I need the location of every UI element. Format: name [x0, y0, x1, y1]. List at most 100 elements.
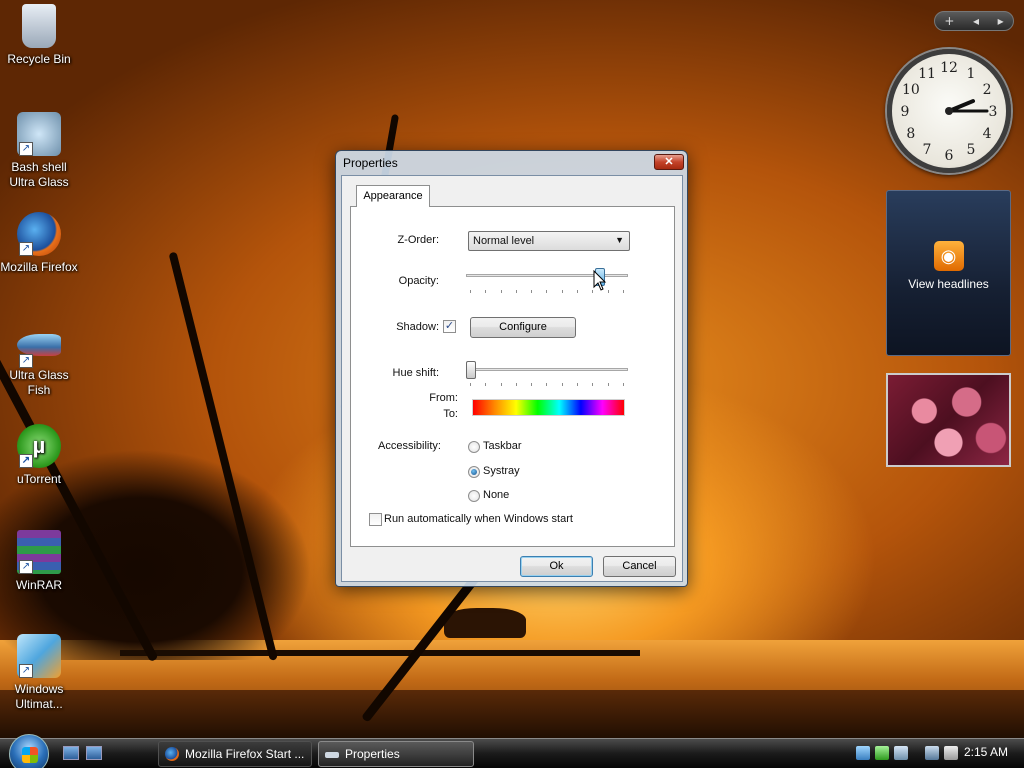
close-icon: ✕: [664, 156, 674, 168]
close-button[interactable]: ✕: [654, 154, 684, 170]
desktop-icon-windows-ultimate[interactable]: ↗ Windows Ultimat...: [0, 634, 78, 712]
shortcut-arrow-icon: ↗: [19, 354, 33, 368]
slideshow-gadget[interactable]: [886, 373, 1011, 467]
utorrent-icon: µ ↗: [17, 424, 61, 468]
taskbar-clock[interactable]: 2:15 AM: [964, 745, 1008, 759]
desktop-icon-bash-shell[interactable]: ↗ Bash shell Ultra Glass: [0, 112, 78, 190]
clock-gadget[interactable]: 12 1 2 3 4 5 6 7 8 9 10 11: [887, 49, 1011, 173]
desktop-icon-label: Recycle Bin: [7, 52, 71, 66]
recycle-bin-icon: [22, 4, 56, 48]
shortcut-arrow-icon: ↗: [19, 560, 33, 574]
shortcut-arrow-icon: ↗: [19, 664, 33, 678]
hue-shift-slider[interactable]: [466, 368, 628, 371]
desktop-icon-label: Windows Ultimat...: [14, 682, 64, 711]
clock-numeral: 3: [989, 104, 998, 120]
autorun-label: Run automatically when Windows start: [384, 513, 573, 525]
radio-none-label: None: [483, 489, 510, 501]
next-page-button[interactable]: ▸: [998, 14, 1004, 28]
wallpaper-hut: [444, 608, 526, 638]
desktop-icon-recycle-bin[interactable]: Recycle Bin: [0, 4, 78, 67]
shortcut-arrow-icon: ↗: [19, 142, 33, 156]
hue-shift-ticks: [470, 383, 624, 387]
check-icon: ✓: [444, 320, 455, 332]
properties-dialog: Properties ✕ Appearance Z-Order: Normal …: [335, 150, 688, 587]
volume-muted-icon[interactable]: [944, 746, 958, 760]
desktop-icon-label: Ultra Glass Fish: [9, 368, 69, 397]
gear-shortcut-icon: ↗: [17, 112, 61, 156]
hue-spectrum-bar: [472, 399, 625, 416]
taskbar-button-label: Mozilla Firefox Start ...: [185, 747, 305, 761]
opacity-label: Opacity:: [398, 275, 439, 287]
clock-numeral: 1: [967, 66, 976, 82]
clock-numeral: 12: [940, 60, 958, 76]
taskbar-button-label: Properties: [345, 747, 400, 761]
show-desktop-icon[interactable]: [63, 746, 79, 760]
desktop-icon-label: WinRAR: [15, 578, 62, 592]
switch-windows-icon[interactable]: [86, 746, 102, 760]
appearance-panel: Z-Order: Normal level ▼ Opacity: Shadow:…: [350, 206, 675, 547]
z-order-dropdown[interactable]: Normal level ▼: [468, 231, 630, 251]
radio-none[interactable]: [468, 490, 480, 502]
dialog-client: Appearance Z-Order: Normal level ▼ Opaci…: [341, 175, 683, 582]
desktop-icon-label: Mozilla Firefox: [0, 260, 78, 274]
clock-numeral: 6: [945, 148, 954, 164]
rss-icon: ◉: [933, 241, 964, 271]
clock-numeral: 7: [923, 142, 932, 158]
start-button[interactable]: [9, 734, 49, 768]
cancel-button[interactable]: Cancel: [603, 556, 676, 577]
hue-to-label: To:: [443, 408, 458, 420]
dialog-titlebar[interactable]: Properties ✕: [336, 151, 687, 175]
hue-shift-slider-thumb[interactable]: [466, 361, 476, 379]
tab-appearance[interactable]: Appearance: [356, 185, 430, 207]
radio-taskbar[interactable]: [468, 441, 480, 453]
accessibility-label: Accessibility:: [378, 440, 441, 452]
dialog-title: Properties: [343, 156, 398, 170]
radio-systray-label: Systray: [483, 465, 520, 477]
windows-extras-icon: ↗: [17, 634, 61, 678]
winrar-icon: ↗: [17, 530, 61, 574]
sidebar-gadget-controls: + ◂ ▸: [934, 11, 1014, 31]
clock-numeral: 8: [906, 126, 915, 142]
taskbar-button-firefox[interactable]: Mozilla Firefox Start ...: [158, 741, 312, 767]
z-order-value: Normal level: [473, 235, 535, 247]
view-headlines-label: View headlines: [908, 277, 989, 291]
add-gadget-button[interactable]: +: [944, 14, 954, 28]
fish-icon: ↗: [17, 334, 61, 368]
hue-from-label: From:: [429, 392, 458, 404]
autorun-checkbox[interactable]: [369, 513, 382, 526]
wallpaper-pier: [120, 650, 640, 656]
radio-systray[interactable]: [468, 466, 480, 478]
z-order-label: Z-Order:: [397, 234, 439, 246]
previous-page-button[interactable]: ◂: [973, 14, 979, 28]
desktop-icon-label: Bash shell Ultra Glass: [9, 160, 69, 189]
shortcut-arrow-icon: ↗: [19, 242, 33, 256]
configure-button[interactable]: Configure: [470, 317, 576, 338]
tray-window-icon[interactable]: [894, 746, 908, 760]
clock-numeral: 2: [983, 82, 992, 98]
clock-face: 12 12 3 45678 9 1011: [901, 60, 998, 164]
desktop-icon-ultra-glass-fish[interactable]: ↗ Ultra Glass Fish: [0, 328, 78, 398]
shadow-label: Shadow:: [396, 321, 439, 333]
desktop-icon-firefox[interactable]: ↗ Mozilla Firefox: [0, 212, 78, 275]
taskbar-button-properties[interactable]: Properties: [318, 741, 474, 767]
clock-numeral: 4: [983, 126, 992, 142]
hue-shift-label: Hue shift:: [392, 367, 439, 379]
feed-headlines-gadget[interactable]: ◉ View headlines: [886, 190, 1011, 356]
tray-monitor-icon[interactable]: [925, 746, 939, 760]
firefox-icon: ↗: [17, 212, 61, 256]
tray-network-icon[interactable]: [856, 746, 870, 760]
desktop-icon-utorrent[interactable]: µ ↗ uTorrent: [0, 424, 78, 487]
desktop-icon-winrar[interactable]: ↗ WinRAR: [0, 530, 78, 593]
clock-numeral: 10: [902, 82, 920, 98]
desktop-icon-label: uTorrent: [16, 472, 62, 486]
tray-app-icon[interactable]: [875, 746, 889, 760]
mouse-cursor-icon: [593, 270, 607, 291]
ok-button[interactable]: Ok: [520, 556, 593, 577]
radio-taskbar-label: Taskbar: [483, 440, 522, 452]
properties-app-icon: [325, 752, 339, 758]
shortcut-arrow-icon: ↗: [19, 454, 33, 468]
clock-numeral: 11: [918, 66, 936, 82]
clock-numeral: 5: [967, 142, 976, 158]
shadow-checkbox[interactable]: ✓: [443, 320, 456, 333]
windows-logo-icon: [22, 747, 38, 763]
